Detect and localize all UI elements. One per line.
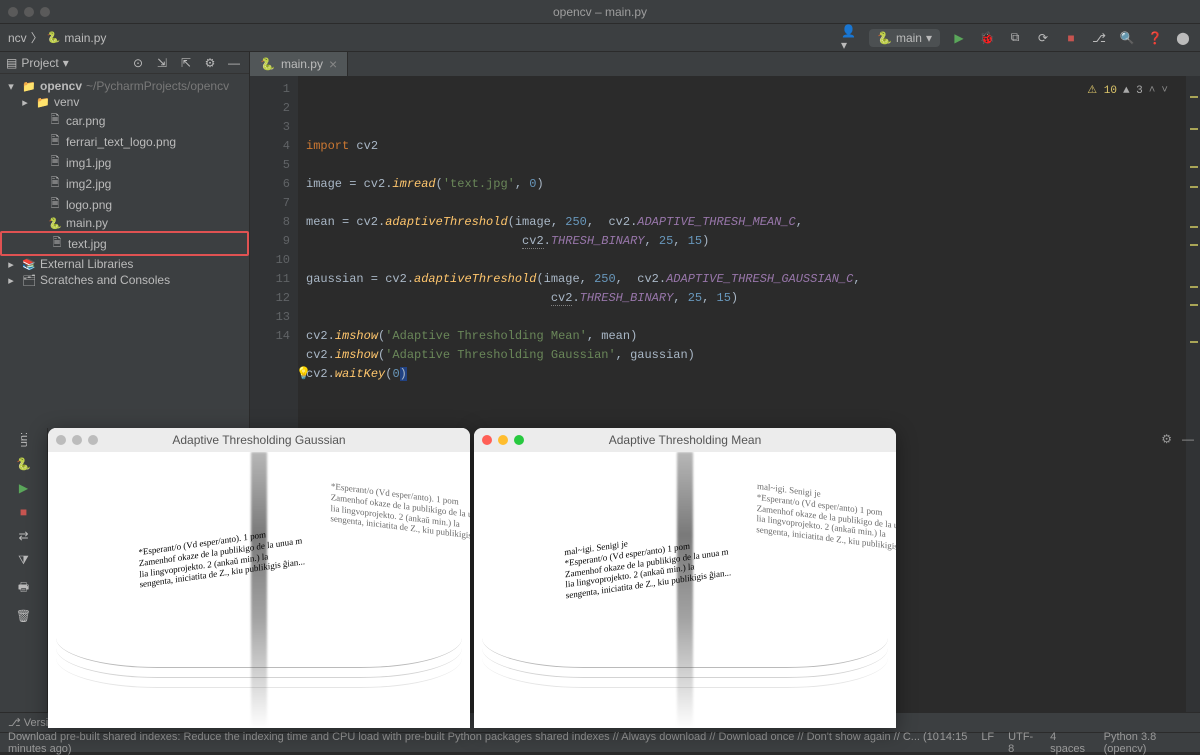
focus-icon[interactable]: ⊙ bbox=[129, 54, 147, 72]
python-icon: 🐍 bbox=[877, 31, 892, 45]
status-4-spaces[interactable]: 4 spaces bbox=[1050, 731, 1090, 755]
tree-item-Scratches-and-Consoles[interactable]: ▸🗂Scratches and Consoles bbox=[0, 272, 249, 288]
status-message[interactable]: Download pre-built shared indexes: Reduc… bbox=[8, 731, 940, 755]
layout-icon[interactable]: ⇄ bbox=[18, 529, 28, 543]
run-config-selector[interactable]: 🐍 main ▾ bbox=[869, 29, 940, 47]
code-line-1[interactable]: import cv2 bbox=[306, 137, 1178, 156]
zoom-dot[interactable] bbox=[514, 435, 524, 445]
output-titlebar[interactable]: Adaptive Thresholding Mean bbox=[474, 428, 896, 452]
editor-tabs: 🐍 main.py × bbox=[250, 52, 1200, 76]
tree-item-venv[interactable]: ▸📁venv bbox=[0, 94, 249, 110]
status-bar: Download pre-built shared indexes: Reduc… bbox=[0, 732, 1200, 752]
tab-main-py[interactable]: 🐍 main.py × bbox=[250, 52, 348, 76]
tree-item-car-png[interactable]: 🗎car.png bbox=[0, 110, 249, 131]
expand-icon[interactable]: ⇲ bbox=[153, 54, 171, 72]
minimize-dot[interactable] bbox=[72, 435, 82, 445]
git-icon[interactable]: ⎇ bbox=[1090, 29, 1108, 47]
output-title: Adaptive Thresholding Gaussian bbox=[48, 433, 470, 447]
output-window-Adaptive-Thresholding-Gaussian[interactable]: Adaptive Thresholding Gaussian *Esperant… bbox=[48, 428, 470, 728]
window-title: opencv – main.py bbox=[553, 5, 647, 19]
window-controls[interactable] bbox=[8, 7, 50, 17]
code-line-11[interactable]: cv2.imshow('Adaptive Thresholding Mean',… bbox=[306, 327, 1178, 346]
output-titlebar[interactable]: Adaptive Thresholding Gaussian bbox=[48, 428, 470, 452]
tree-item-img2-jpg[interactable]: 🗎img2.jpg bbox=[0, 173, 249, 194]
run-tool-label[interactable]: un: bbox=[18, 432, 30, 447]
chevron-down-icon[interactable]: ˅ bbox=[1161, 82, 1168, 101]
tree-item-ferrari_text_logo-png[interactable]: 🗎ferrari_text_logo.png bbox=[0, 131, 249, 152]
code-line-14[interactable]: cv2.waitKey(0) bbox=[306, 365, 1178, 384]
search-icon[interactable]: 🔍 bbox=[1118, 29, 1136, 47]
breadcrumb-project[interactable]: ncv 〉 bbox=[8, 29, 43, 46]
python-file-icon: 🐍 bbox=[47, 31, 61, 44]
chevron-down-icon: ▾ bbox=[926, 31, 932, 45]
error-stripe[interactable] bbox=[1186, 76, 1200, 712]
breadcrumb-file[interactable]: 🐍 main.py bbox=[47, 31, 107, 45]
minimize-dot[interactable] bbox=[24, 7, 34, 17]
hide-icon[interactable]: — bbox=[1182, 432, 1194, 446]
run-tool-strip: un: 🐍 ▶ ■ ⇄ ⧩ 🖶 🗑 bbox=[0, 428, 48, 712]
filter-icon[interactable]: ⧩ bbox=[18, 553, 29, 568]
code-line-3[interactable]: image = cv2.imread('text.jpg', 0) bbox=[306, 175, 1178, 194]
debug-icon[interactable]: 🐞 bbox=[978, 29, 996, 47]
close-dot[interactable] bbox=[8, 7, 18, 17]
zoom-dot[interactable] bbox=[88, 435, 98, 445]
tree-item-text-jpg[interactable]: 🗎text.jpg bbox=[0, 231, 249, 256]
code-line-7[interactable] bbox=[306, 251, 1178, 270]
code-line-12[interactable]: cv2.imshow('Adaptive Thresholding Gaussi… bbox=[306, 346, 1178, 365]
code-line-4[interactable] bbox=[306, 194, 1178, 213]
output-image: mal~igi. Senigi je*Esperant/o (Vd esper/… bbox=[474, 452, 896, 728]
print-icon[interactable]: 🖶 bbox=[18, 578, 29, 599]
tree-item-img1-jpg[interactable]: 🗎img1.jpg bbox=[0, 152, 249, 173]
add-user-icon[interactable]: 👤▾ bbox=[841, 29, 859, 47]
run-icon[interactable]: ▶ bbox=[950, 29, 968, 47]
stop-icon[interactable]: ■ bbox=[1062, 29, 1080, 47]
code-line-10[interactable] bbox=[306, 308, 1178, 327]
trash-icon[interactable]: 🗑 bbox=[16, 609, 31, 623]
status-Python-3-8-opencv-[interactable]: Python 3.8 (opencv) bbox=[1104, 731, 1192, 755]
close-icon[interactable]: × bbox=[329, 56, 337, 72]
chevron-up-icon[interactable]: ˄ bbox=[1149, 82, 1156, 101]
output-image: *Esperant/o (Vd esper/anto). 1 pomZamenh… bbox=[48, 452, 470, 728]
intention-bulb-icon[interactable]: 💡 bbox=[296, 365, 311, 384]
project-tool-icon: ▤ bbox=[6, 56, 17, 70]
code-line-8[interactable]: gaussian = cv2.adaptiveThreshold(image, … bbox=[306, 270, 1178, 289]
avatar[interactable]: ⬤ bbox=[1174, 29, 1192, 47]
status-LF[interactable]: LF bbox=[981, 731, 994, 755]
toolbar: ncv 〉 🐍 main.py 👤▾ 🐍 main ▾ ▶ 🐞 ⧉ ⟳ ■ ⎇ … bbox=[0, 24, 1200, 52]
code-line-6[interactable]: cv2.THRESH_BINARY, 25, 15) bbox=[306, 232, 1178, 251]
hide-icon[interactable]: — bbox=[225, 54, 243, 72]
gear-icon[interactable]: ⚙ bbox=[201, 54, 219, 72]
coverage-icon[interactable]: ⧉ bbox=[1006, 29, 1024, 47]
tree-item-External-Libraries[interactable]: ▸📚External Libraries bbox=[0, 256, 249, 272]
tree-item-main-py[interactable]: 🐍main.py bbox=[0, 215, 249, 231]
status-14-15[interactable]: 14:15 bbox=[940, 731, 968, 755]
rerun-icon[interactable]: ▶ bbox=[19, 481, 28, 495]
code-line-9[interactable]: cv2.THRESH_BINARY, 25, 15) bbox=[306, 289, 1178, 308]
collapse-icon[interactable]: ⇱ bbox=[177, 54, 195, 72]
python-icon: 🐍 bbox=[16, 457, 31, 471]
zoom-dot[interactable] bbox=[40, 7, 50, 17]
profile-icon[interactable]: ⟳ bbox=[1034, 29, 1052, 47]
gear-icon[interactable]: ⚙ bbox=[1161, 432, 1172, 446]
output-title: Adaptive Thresholding Mean bbox=[474, 433, 896, 447]
python-file-icon: 🐍 bbox=[260, 57, 275, 71]
code-line-2[interactable] bbox=[306, 156, 1178, 175]
close-dot[interactable] bbox=[56, 435, 66, 445]
project-root[interactable]: ▾📁opencv~/PycharmProjects/opencv bbox=[0, 78, 249, 94]
output-window-Adaptive-Thresholding-Mean[interactable]: Adaptive Thresholding Mean mal~igi. Seni… bbox=[474, 428, 896, 728]
status-UTF-8[interactable]: UTF-8 bbox=[1008, 731, 1036, 755]
stop-icon[interactable]: ■ bbox=[20, 505, 27, 519]
help-icon[interactable]: ❓ bbox=[1146, 29, 1164, 47]
code-line-5[interactable]: mean = cv2.adaptiveThreshold(image, 250,… bbox=[306, 213, 1178, 232]
close-dot[interactable] bbox=[482, 435, 492, 445]
chevron-down-icon[interactable]: ▾ bbox=[63, 56, 69, 70]
problem-badges[interactable]: ⚠ 10 ▲ 3 ˄ ˅ bbox=[1087, 82, 1168, 101]
tree-item-logo-png[interactable]: 🗎logo.png bbox=[0, 194, 249, 215]
sidebar-title: Project bbox=[21, 56, 58, 70]
minimize-dot[interactable] bbox=[498, 435, 508, 445]
titlebar: opencv – main.py bbox=[0, 0, 1200, 24]
